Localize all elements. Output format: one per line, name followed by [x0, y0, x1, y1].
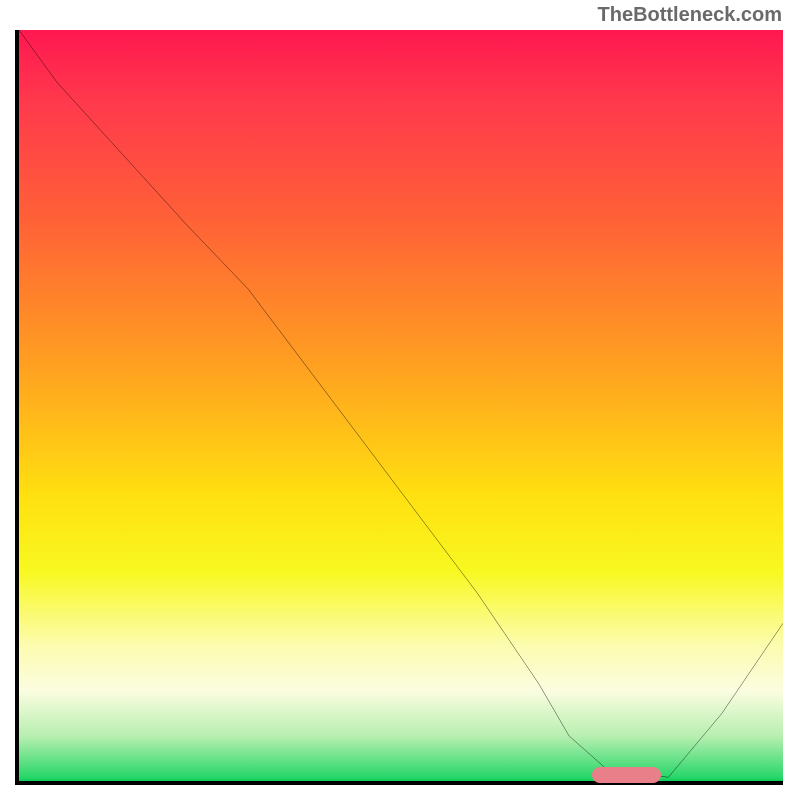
watermark-text: TheBottleneck.com — [598, 4, 782, 27]
bottleneck-curve — [19, 30, 783, 781]
optimal-range-marker — [592, 767, 661, 783]
plot-area — [15, 30, 783, 785]
